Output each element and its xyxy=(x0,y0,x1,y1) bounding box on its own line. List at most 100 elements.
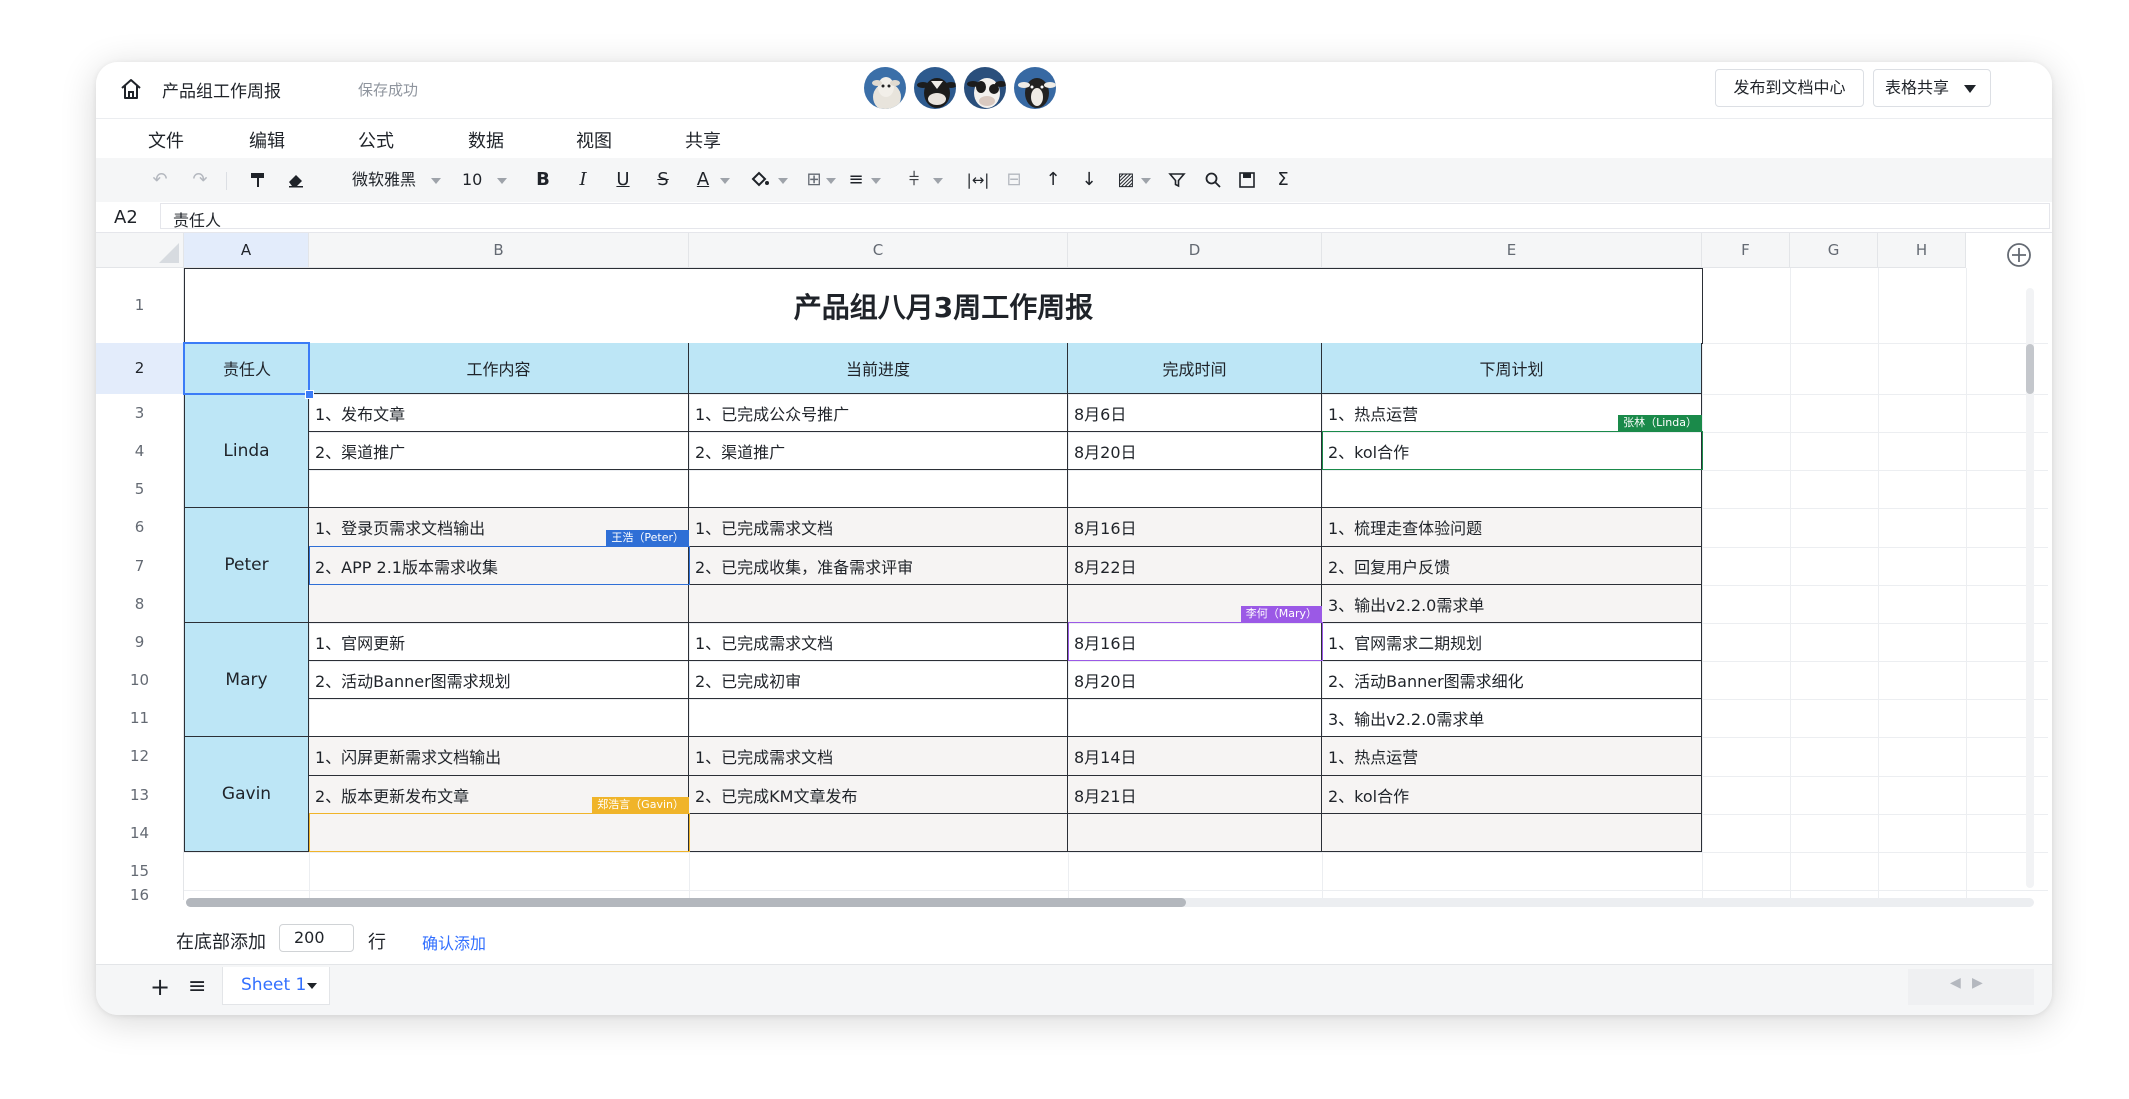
column-title-cell[interactable]: 工作内容 xyxy=(309,343,689,394)
row-header-1[interactable]: 1 xyxy=(96,268,184,343)
sheet-title[interactable]: 产品组八月3周工作周报 xyxy=(184,268,1703,344)
cow-avatar-icon[interactable] xyxy=(912,65,958,111)
menu-share[interactable]: 共享 xyxy=(685,127,721,153)
borders-icon[interactable]: ⊞ xyxy=(802,166,826,194)
conditional-format-icon[interactable]: ▨ xyxy=(1114,166,1138,194)
column-header-d[interactable]: D xyxy=(1068,233,1322,268)
wrap-text-icon[interactable]: |↔| xyxy=(966,166,990,194)
row-header-4[interactable]: 4 xyxy=(96,432,184,470)
row-header-2[interactable]: 2 xyxy=(96,343,184,394)
column-title-cell[interactable]: 下周计划 xyxy=(1322,343,1702,394)
progress-cell[interactable]: 2、渠道推广 xyxy=(689,432,1068,470)
owner-cell[interactable]: Mary xyxy=(184,623,309,737)
fill-handle[interactable] xyxy=(305,390,314,399)
done-time-cell[interactable]: 8月20日 xyxy=(1068,661,1322,699)
progress-cell[interactable] xyxy=(689,699,1068,737)
font-color-button[interactable]: A xyxy=(692,166,714,194)
work-cell[interactable]: 1、发布文章 xyxy=(309,394,689,432)
done-time-cell[interactable]: 8月21日 xyxy=(1068,776,1322,814)
underline-button[interactable]: U xyxy=(612,166,634,194)
column-header-a[interactable]: A xyxy=(184,233,309,268)
strikethrough-button[interactable]: S xyxy=(652,166,674,194)
eraser-icon[interactable] xyxy=(284,166,308,194)
redo-icon[interactable]: ↷ xyxy=(188,166,212,194)
work-cell[interactable]: 1、官网更新 xyxy=(309,623,689,661)
progress-cell[interactable] xyxy=(689,470,1068,508)
column-header-b[interactable]: B xyxy=(309,233,689,268)
next-plan-cell[interactable]: 1、官网需求二期规划 xyxy=(1322,623,1702,661)
progress-cell[interactable] xyxy=(689,814,1068,852)
progress-cell[interactable]: 1、已完成需求文档 xyxy=(689,623,1068,661)
next-plan-cell[interactable] xyxy=(1322,814,1702,852)
sum-icon[interactable]: Σ xyxy=(1272,166,1294,194)
work-cell[interactable] xyxy=(309,585,689,623)
column-title-cell[interactable]: 完成时间 xyxy=(1068,343,1322,394)
owner-cell[interactable]: Linda xyxy=(184,394,309,508)
goat-avatar-icon[interactable] xyxy=(1012,65,1058,111)
progress-cell[interactable]: 2、已完成KM文章发布 xyxy=(689,776,1068,814)
work-cell[interactable]: 2、活动Banner图需求规划 xyxy=(309,661,689,699)
row-header-7[interactable]: 7 xyxy=(96,547,184,585)
work-cell[interactable]: 1、闪屏更新需求文档输出 xyxy=(309,737,689,776)
add-rows-count-input[interactable]: 200 xyxy=(279,924,354,952)
column-header-c[interactable]: C xyxy=(689,233,1068,268)
spreadsheet-grid[interactable]: A B C D E F G H 1 2 3 4 5 6 7 8 9 10 11 12 13 14 15 16 产品组八月3周工作… xyxy=(96,233,2052,900)
next-plan-cell[interactable]: 2、回复用户反馈 xyxy=(1322,547,1702,585)
menu-view[interactable]: 视图 xyxy=(576,127,612,153)
done-time-cell[interactable] xyxy=(1068,814,1322,852)
row-header-14[interactable]: 14 xyxy=(96,814,184,852)
row-header-13[interactable]: 13 xyxy=(96,776,184,814)
menu-edit[interactable]: 编辑 xyxy=(249,127,285,153)
done-time-cell[interactable] xyxy=(1068,699,1322,737)
search-icon[interactable] xyxy=(1202,166,1224,194)
format-painter-icon[interactable] xyxy=(246,166,270,194)
progress-cell[interactable]: 2、已完成收集，准备需求评审 xyxy=(689,547,1068,585)
done-time-cell[interactable]: 8月22日 xyxy=(1068,547,1322,585)
align-vertical-icon[interactable]: ⫩ xyxy=(902,166,926,194)
row-header-3[interactable]: 3 xyxy=(96,394,184,432)
owner-cell[interactable]: Gavin xyxy=(184,737,309,852)
column-header-e[interactable]: E xyxy=(1322,233,1702,268)
column-header-h[interactable]: H xyxy=(1878,233,1966,268)
progress-cell[interactable]: 1、已完成需求文档 xyxy=(689,508,1068,547)
merge-cells-icon[interactable]: ⊟ xyxy=(1002,166,1026,194)
next-plan-cell[interactable]: 1、梳理走查体验问题 xyxy=(1322,508,1702,547)
owner-cell[interactable]: Peter xyxy=(184,508,309,623)
menu-data[interactable]: 数据 xyxy=(468,127,504,153)
filter-icon[interactable] xyxy=(1166,166,1188,194)
progress-cell[interactable] xyxy=(689,585,1068,623)
cell-reference[interactable]: A2 xyxy=(114,207,138,228)
work-cell[interactable] xyxy=(309,699,689,737)
progress-cell[interactable]: 1、已完成公众号推广 xyxy=(689,394,1068,432)
done-time-cell[interactable]: 8月6日 xyxy=(1068,394,1322,432)
share-dropdown-button[interactable]: 表格共享 xyxy=(1873,69,1991,107)
sheet-tab[interactable]: Sheet 1 xyxy=(222,967,330,1005)
undo-icon[interactable]: ↶ xyxy=(148,166,172,194)
next-plan-cell[interactable]: 3、输出v2.2.0需求单 xyxy=(1322,585,1702,623)
row-header-5[interactable]: 5 xyxy=(96,470,184,508)
sheet-list-icon[interactable]: ≡ xyxy=(188,974,206,999)
column-header-g[interactable]: G xyxy=(1790,233,1878,268)
next-plan-cell[interactable]: 2、活动Banner图需求细化 xyxy=(1322,661,1702,699)
row-header-9[interactable]: 9 xyxy=(96,623,184,661)
progress-cell[interactable]: 1、已完成需求文档 xyxy=(689,737,1068,776)
done-time-cell[interactable]: 8月14日 xyxy=(1068,737,1322,776)
row-header-11[interactable]: 11 xyxy=(96,699,184,737)
document-title[interactable]: 产品组工作周报 xyxy=(162,77,281,102)
work-cell[interactable]: 2、渠道推广 xyxy=(309,432,689,470)
row-header-12[interactable]: 12 xyxy=(96,737,184,776)
next-plan-cell[interactable]: 1、热点运营 xyxy=(1322,737,1702,776)
progress-cell[interactable]: 2、已完成初审 xyxy=(689,661,1068,699)
font-size-select[interactable]: 10 xyxy=(462,166,486,194)
select-all-corner[interactable] xyxy=(96,233,184,268)
formula-input[interactable]: 责任人 xyxy=(160,203,2050,230)
menu-file[interactable]: 文件 xyxy=(148,127,184,153)
font-family-select[interactable]: 微软雅黑 xyxy=(352,166,422,194)
work-cell[interactable] xyxy=(309,470,689,508)
done-time-cell[interactable]: 8月16日 xyxy=(1068,508,1322,547)
vertical-scrollbar[interactable] xyxy=(2026,344,2034,394)
cow-avatar-icon[interactable] xyxy=(962,65,1008,111)
sort-ascending-icon[interactable]: ↑ xyxy=(1042,166,1064,194)
done-time-cell[interactable]: 8月20日 xyxy=(1068,432,1322,470)
done-time-cell[interactable] xyxy=(1068,470,1322,508)
